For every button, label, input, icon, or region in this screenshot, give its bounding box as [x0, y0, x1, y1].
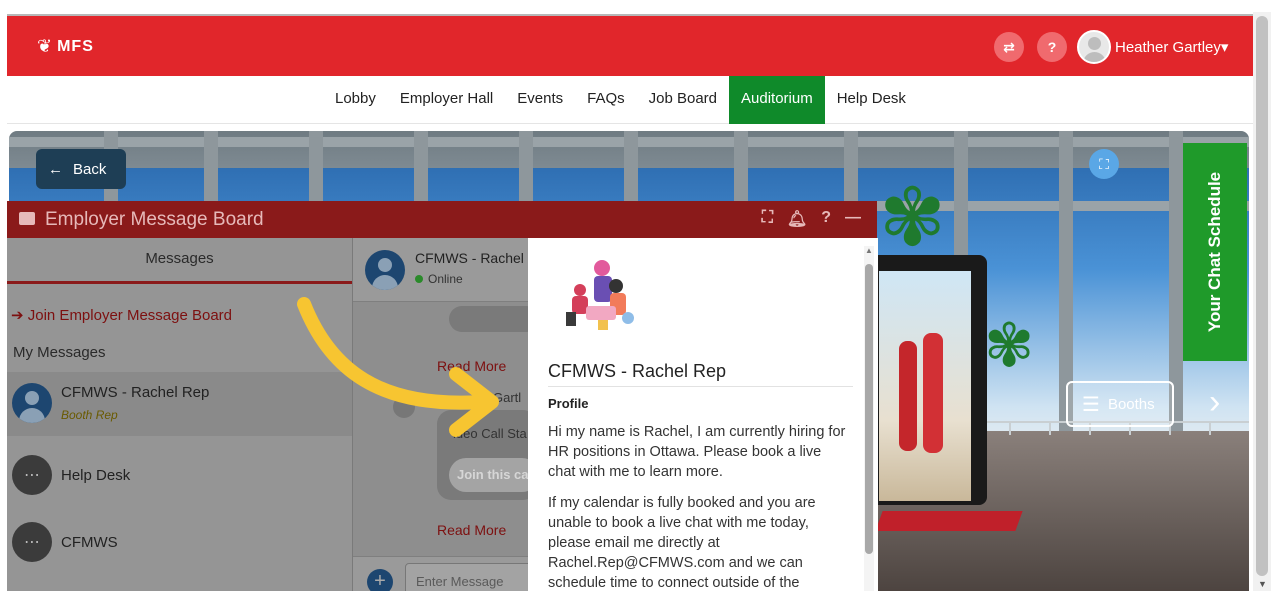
help-icon[interactable]: ? — [821, 209, 831, 229]
profile-scrollbar-thumb[interactable] — [865, 264, 873, 554]
video-screen-image[interactable] — [879, 271, 971, 501]
nav-employer-hall[interactable]: Employer Hall — [388, 76, 505, 124]
focus-icon[interactable]: ⛶ — [1089, 149, 1119, 179]
booths-button[interactable]: ☰ Booths — [1066, 381, 1174, 427]
add-attachment-icon[interactable]: + — [367, 569, 393, 591]
profile-description: Hi my name is Rachel, I am currently hir… — [548, 422, 848, 591]
message-input[interactable]: Enter Message — [405, 563, 535, 591]
scroll-up-icon[interactable]: ▲ — [865, 246, 873, 255]
palm-plant-icon: ✾ — [879, 173, 947, 262]
chat-schedule-label: Your Chat Schedule — [1205, 171, 1224, 333]
profile-paragraph: Hi my name is Rachel, I am currently hir… — [548, 424, 846, 480]
user-avatar[interactable] — [1077, 30, 1111, 64]
join-message-board-link[interactable]: ➔ Join Employer Message Board — [11, 306, 232, 324]
join-label: Join Employer Message Board — [27, 307, 233, 324]
main-nav: Lobby Employer Hall Events FAQs Job Boar… — [7, 76, 1253, 124]
conversation-name: CFMWS — [61, 534, 118, 551]
conversation-item[interactable]: ⋯ Help Desk — [7, 444, 352, 508]
expand-icon[interactable]: ⛶ — [762, 209, 773, 229]
nav-auditorium[interactable]: Auditorium — [729, 76, 825, 124]
maple-leaf-icon: ❦ — [37, 36, 54, 56]
top-header: ❦ MFS ⇄ ? Heather Gartley▾ — [7, 14, 1253, 76]
nav-job-board[interactable]: Job Board — [637, 76, 729, 124]
user-name: Heather Gartley — [1115, 39, 1221, 56]
online-dot-icon — [415, 275, 423, 283]
conversation-title: CFMWS - Rachel — [415, 250, 524, 266]
user-menu[interactable]: Heather Gartley▾ — [1115, 38, 1228, 56]
profile-paragraph: If my calendar is fully booked and you a… — [548, 495, 816, 591]
chat-schedule-tab[interactable]: Your Chat Schedule — [1183, 143, 1247, 361]
page-scrollbar-thumb[interactable] — [1256, 16, 1268, 576]
minimize-icon[interactable]: — — [845, 209, 861, 229]
scroll-down-icon[interactable]: ▼ — [1258, 579, 1267, 589]
join-call-button[interactable]: Join this ca — [449, 458, 539, 492]
rep-avatar — [365, 250, 405, 290]
status-text: Online — [428, 272, 463, 286]
conversation-item[interactable]: ⋯ CFMWS — [7, 511, 352, 575]
lifeguard-figure — [899, 341, 917, 451]
help-button[interactable]: ? — [1037, 32, 1067, 62]
rep-profile-card: CFMWS - Rachel Rep Profile Hi my name is… — [528, 238, 878, 591]
mfs-logo[interactable]: ❦ MFS — [37, 36, 94, 57]
nav-lobby[interactable]: Lobby — [323, 76, 388, 124]
chat-dots-icon: ⋯ — [12, 522, 52, 562]
chat-dots-icon: ⋯ — [12, 455, 52, 495]
logo-text: MFS — [57, 37, 94, 55]
read-more-link[interactable]: Read More — [437, 522, 506, 538]
booths-label: Booths — [1107, 395, 1155, 413]
conversation-role: Booth Rep — [61, 408, 118, 422]
back-label: Back — [73, 160, 107, 178]
translate-icon[interactable]: ⇄ — [994, 32, 1024, 62]
chat-bubble-icon — [19, 212, 35, 225]
back-button[interactable]: ← Back — [36, 149, 126, 189]
profile-label: Profile — [548, 396, 589, 411]
conversation-name: Help Desk — [61, 467, 131, 484]
page-scrollbar[interactable]: ▼ — [1253, 12, 1271, 591]
lifeguard-figure — [923, 333, 943, 453]
nav-faqs[interactable]: FAQs — [575, 76, 637, 124]
sign-in-icon: ➔ — [11, 307, 24, 324]
conversation-name: CFMWS - Rachel Rep — [61, 384, 210, 401]
rep-illustration-icon — [566, 260, 634, 330]
nav-events[interactable]: Events — [505, 76, 575, 124]
profile-name: CFMWS - Rachel Rep — [548, 361, 727, 381]
profile-divider — [548, 386, 853, 387]
profile-scrollbar[interactable]: ▲ — [864, 246, 874, 591]
list-icon: ☰ — [1082, 393, 1100, 416]
tab-messages[interactable]: Messages — [7, 238, 352, 284]
chevron-right-icon[interactable]: › — [1209, 383, 1220, 422]
user-menu-caret-icon: ▾ — [1220, 39, 1229, 56]
user-avatar-icon — [12, 383, 52, 423]
palm-plant-icon: ✾ — [984, 312, 1035, 379]
online-status: Online — [415, 272, 463, 286]
message-composer: + Enter Message — [353, 556, 535, 591]
my-messages-heading: My Messages — [13, 344, 106, 361]
screen-base — [875, 511, 1023, 531]
message-board-title: Employer Message Board — [45, 209, 264, 230]
tutorial-arrow-icon — [297, 297, 499, 437]
arrow-left-icon: ← — [48, 160, 63, 178]
nav-help-desk[interactable]: Help Desk — [825, 76, 918, 124]
bell-icon[interactable]: 🔔︎ — [787, 209, 807, 229]
message-board-header: Employer Message Board ⛶ 🔔︎ ? — — [7, 201, 877, 238]
